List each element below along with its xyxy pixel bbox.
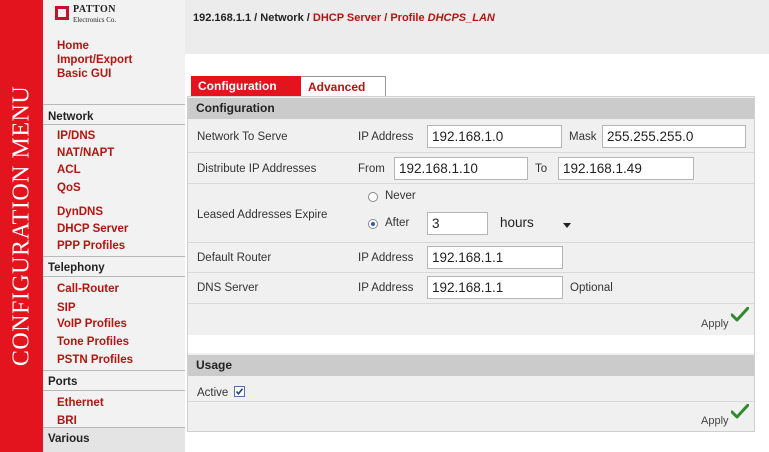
dns-server-label: DNS Server xyxy=(197,282,259,294)
menu-item-basic-gui[interactable]: Basic GUI xyxy=(57,68,111,80)
row-divider xyxy=(188,242,754,243)
section-spacer xyxy=(188,335,754,353)
menu-item-dhcp-server[interactable]: DHCP Server xyxy=(57,223,128,235)
breadcrumb-profile-name: DHCPS_LAN xyxy=(427,12,495,24)
dns-optional-note: Optional xyxy=(570,282,613,294)
row-divider xyxy=(188,183,754,184)
apply-button-configuration[interactable]: Apply xyxy=(701,318,729,330)
tab-configuration[interactable]: Configuration xyxy=(191,76,301,96)
menu-divider xyxy=(43,104,185,105)
menu-item-import-export[interactable]: Import/Export xyxy=(57,54,132,66)
menu-item-home[interactable]: Home xyxy=(57,40,89,52)
page-header: 192.168.1.1 / Network / DHCP Server / Pr… xyxy=(185,0,769,54)
checkmark-icon[interactable] xyxy=(731,307,749,322)
checkbox-check-icon xyxy=(235,388,244,396)
after-value-input[interactable]: 3 xyxy=(427,212,488,235)
network-to-serve-label: Network To Serve xyxy=(197,131,288,143)
breadcrumb-dhcp-server[interactable]: DHCP Server xyxy=(313,12,381,24)
menu-item-voip-profiles[interactable]: VoIP Profiles xyxy=(57,318,127,330)
lease-expire-label: Leased Addresses Expire xyxy=(197,209,328,221)
router-ip-input[interactable]: 192.168.1.1 xyxy=(427,246,563,269)
from-input[interactable]: 192.168.1.10 xyxy=(394,157,528,180)
network-ip-input[interactable]: 192.168.1.0 xyxy=(427,125,562,148)
from-label: From xyxy=(358,163,385,175)
lease-unit-value: hours xyxy=(500,215,534,230)
logo-mark-icon xyxy=(55,6,69,20)
dns-ip-label: IP Address xyxy=(358,282,414,294)
apply-button-usage[interactable]: Apply xyxy=(701,415,729,427)
configuration-heading: Configuration xyxy=(188,98,754,119)
active-label: Active xyxy=(197,387,229,399)
row-divider xyxy=(188,272,754,273)
menu-heading-telephony: Telephony xyxy=(48,262,105,274)
configuration-menu-title: CONFIGURATION MENU xyxy=(8,85,34,367)
breadcrumb-network: Network xyxy=(260,12,304,24)
menu-heading-ports: Ports xyxy=(48,376,78,388)
checkmark-icon[interactable] xyxy=(731,404,749,419)
menu-divider xyxy=(43,256,185,257)
dns-ip-input[interactable]: 192.168.1.1 xyxy=(427,276,563,299)
row-divider xyxy=(188,303,754,304)
menu-item-qos[interactable]: QoS xyxy=(57,182,81,194)
menu-item-nat-napt[interactable]: NAT/NAPT xyxy=(57,147,114,159)
usage-heading: Usage xyxy=(188,355,754,376)
menu-item-call-router[interactable]: Call-Router xyxy=(57,283,119,295)
after-label: After xyxy=(385,217,410,229)
to-label: To xyxy=(535,163,548,175)
menu-item-acl[interactable]: ACL xyxy=(57,164,81,176)
menu-item-bri[interactable]: BRI xyxy=(57,415,77,427)
breadcrumb: 192.168.1.1 / Network / DHCP Server / Pr… xyxy=(193,12,495,24)
row-divider xyxy=(188,401,754,402)
configuration-menu-banner: CONFIGURATION MENU xyxy=(0,0,43,452)
menu-item-ethernet[interactable]: Ethernet xyxy=(57,397,104,409)
never-radio[interactable] xyxy=(368,192,378,202)
menu-item-ip-dns[interactable]: IP/DNS xyxy=(57,130,95,142)
menu-divider xyxy=(43,370,185,371)
never-label: Never xyxy=(385,190,416,202)
to-input[interactable]: 192.168.1.49 xyxy=(558,157,694,180)
active-checkbox[interactable] xyxy=(234,386,245,397)
network-ip-label: IP Address xyxy=(358,131,414,143)
menu-divider xyxy=(43,276,185,277)
menu-divider xyxy=(43,390,185,391)
menu-item-ppp-profiles[interactable]: PPP Profiles xyxy=(57,240,125,252)
chevron-down-icon[interactable] xyxy=(563,223,571,228)
patton-logo: PATTON Electronics Co. xyxy=(55,4,125,31)
default-router-label: Default Router xyxy=(197,252,272,264)
menu-item-pstn-profiles[interactable]: PSTN Profiles xyxy=(57,354,133,366)
mask-input[interactable]: 255.255.255.0 xyxy=(602,125,746,148)
menu-item-sip[interactable]: SIP xyxy=(57,302,76,314)
menu-item-dyndns[interactable]: DynDNS xyxy=(57,206,103,218)
navigation-menu: PATTON Electronics Co. Home Import/Expor… xyxy=(43,0,185,452)
menu-divider xyxy=(43,427,185,428)
menu-heading-network: Network xyxy=(48,111,94,123)
row-divider xyxy=(188,152,754,153)
distribute-label: Distribute IP Addresses xyxy=(197,163,317,175)
router-ip-label: IP Address xyxy=(358,252,414,264)
menu-heading-various: Various xyxy=(48,433,90,445)
after-radio[interactable] xyxy=(368,219,378,229)
tab-advanced[interactable]: Advanced xyxy=(301,76,386,96)
breadcrumb-ip: 192.168.1.1 xyxy=(193,12,252,24)
config-panel: Configuration Network To Serve IP Addres… xyxy=(187,96,755,432)
mask-label: Mask xyxy=(569,131,597,143)
menu-item-tone-profiles[interactable]: Tone Profiles xyxy=(57,336,129,348)
menu-divider xyxy=(43,124,185,125)
